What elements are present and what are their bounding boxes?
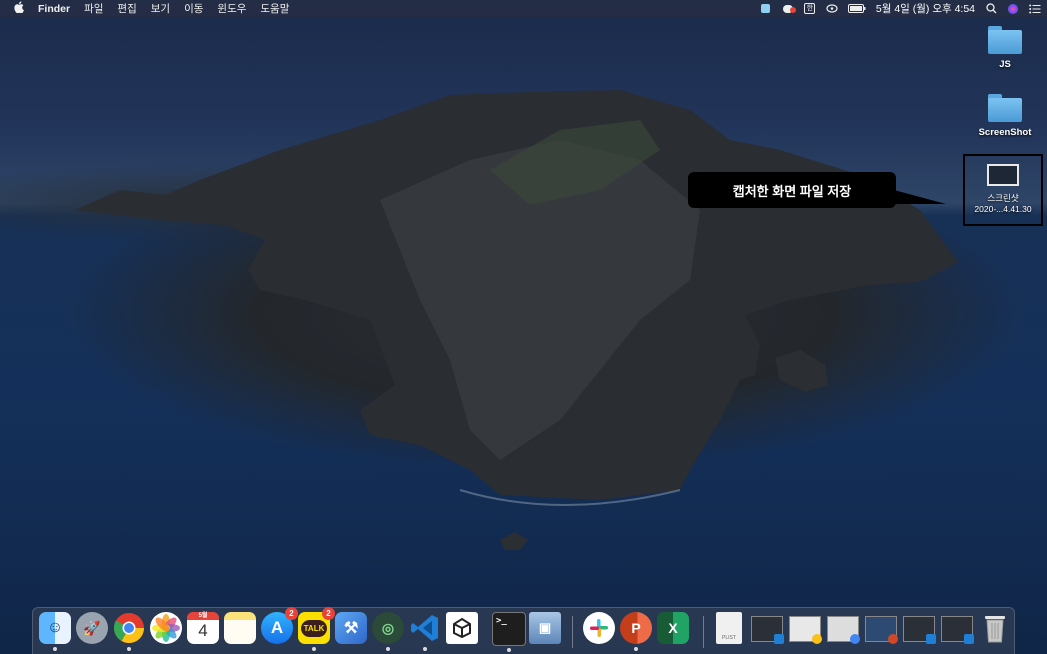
dock-excel[interactable]: X xyxy=(657,612,689,644)
vscode-icon xyxy=(926,634,936,644)
dock-xcode[interactable]: ⚒ xyxy=(335,612,367,644)
screenshot-file-label-line2: 2020-...4.41.30 xyxy=(974,204,1032,214)
dock-unity[interactable] xyxy=(446,612,478,644)
dock-photos[interactable] xyxy=(150,612,182,644)
annotation-callout: 캡처한 화면 파일 저장 xyxy=(688,172,896,208)
terminal-icon: >_ xyxy=(496,616,507,626)
rocket-icon: 🚀 xyxy=(83,619,101,636)
kakaotalk-badge: 2 xyxy=(322,607,335,620)
desktop-folder-screenshot[interactable]: ScreenShot xyxy=(965,94,1045,138)
dock-separator xyxy=(572,616,573,648)
powerpoint-icon xyxy=(888,634,898,644)
dock-chrome[interactable] xyxy=(113,612,145,651)
folder-icon xyxy=(988,26,1022,54)
desktop-screenshot-file[interactable]: 스크린샷 2020-...4.41.30 xyxy=(963,154,1043,226)
xcode-icon: ⚒ xyxy=(343,620,359,637)
screenshot-file-label-line1: 스크린샷 xyxy=(987,193,1019,203)
calendar-month: 5월 xyxy=(187,612,219,620)
unity-icon xyxy=(453,617,471,639)
chrome-icon xyxy=(113,613,144,644)
dock-calendar[interactable]: 5월 4 xyxy=(187,612,219,644)
dock-preview[interactable]: ▣ xyxy=(529,612,561,644)
kakaotalk-icon: TALK xyxy=(300,619,328,637)
slack-icon xyxy=(590,619,608,637)
trash-icon xyxy=(985,616,1005,643)
dock-kakaotalk[interactable]: TALK 2 xyxy=(298,607,335,651)
dock-vscode[interactable] xyxy=(409,612,441,651)
finder-icon: ☺ xyxy=(46,619,64,636)
android-studio-icon: ◎ xyxy=(381,619,395,636)
wallpaper-island xyxy=(75,90,958,550)
dock-minimized-window[interactable] xyxy=(941,616,974,644)
dock-slack[interactable] xyxy=(583,612,615,644)
desktop-folder-js[interactable]: JS xyxy=(965,26,1045,70)
dock-android-studio[interactable]: ◎ xyxy=(372,612,404,651)
preview-icon: ▣ xyxy=(538,620,552,635)
folder-icon xyxy=(988,94,1022,122)
dock-notes[interactable] xyxy=(224,612,256,644)
dock-separator xyxy=(703,616,704,648)
vscode-icon xyxy=(411,615,438,641)
appstore-icon: A xyxy=(270,618,284,637)
dock-terminal[interactable]: >_ xyxy=(492,612,526,652)
dock-trash[interactable] xyxy=(979,612,1011,644)
dock-minimized-window[interactable] xyxy=(865,616,898,644)
screenshot-file-item: 스크린샷 2020-...4.41.30 xyxy=(965,164,1041,214)
annotation-callout-text: 캡처한 화면 파일 저장 xyxy=(732,183,852,199)
dock-minimized-window[interactable] xyxy=(827,616,860,644)
desktop-item-label: ScreenShot xyxy=(978,127,1032,138)
dock-minimized-window[interactable] xyxy=(751,616,784,644)
photos-icon xyxy=(152,614,180,642)
file-type-label: PLIST xyxy=(722,635,736,641)
vscode-icon xyxy=(774,634,784,644)
app-store-badge: 2 xyxy=(285,607,298,620)
dock-minimized-window[interactable] xyxy=(903,616,936,644)
dock-launchpad[interactable]: 🚀 xyxy=(76,612,108,644)
dock-finder[interactable]: ☺ xyxy=(39,612,71,651)
powerpoint-icon: P xyxy=(631,620,641,636)
dock-minimized-window[interactable] xyxy=(789,616,822,644)
vscode-icon xyxy=(964,634,974,644)
calendar-day: 4 xyxy=(198,621,208,640)
dock-app-store[interactable]: A 2 xyxy=(261,607,298,644)
dock-powerpoint[interactable]: P xyxy=(620,612,652,651)
excel-icon: X xyxy=(668,620,678,636)
chrome-icon xyxy=(850,634,860,644)
dock-recent-file[interactable]: PLIST xyxy=(716,612,742,644)
desktop-item-label: JS xyxy=(999,59,1011,70)
callout-tail-icon xyxy=(894,190,946,204)
screenshot-thumbnail-icon xyxy=(987,164,1019,186)
dock: ☺ 🚀 5월 4 A 2 TALK 2 ⚒ ◎ >_ ▣ P X PLIST xyxy=(32,607,1015,654)
chrome-icon xyxy=(812,634,822,644)
